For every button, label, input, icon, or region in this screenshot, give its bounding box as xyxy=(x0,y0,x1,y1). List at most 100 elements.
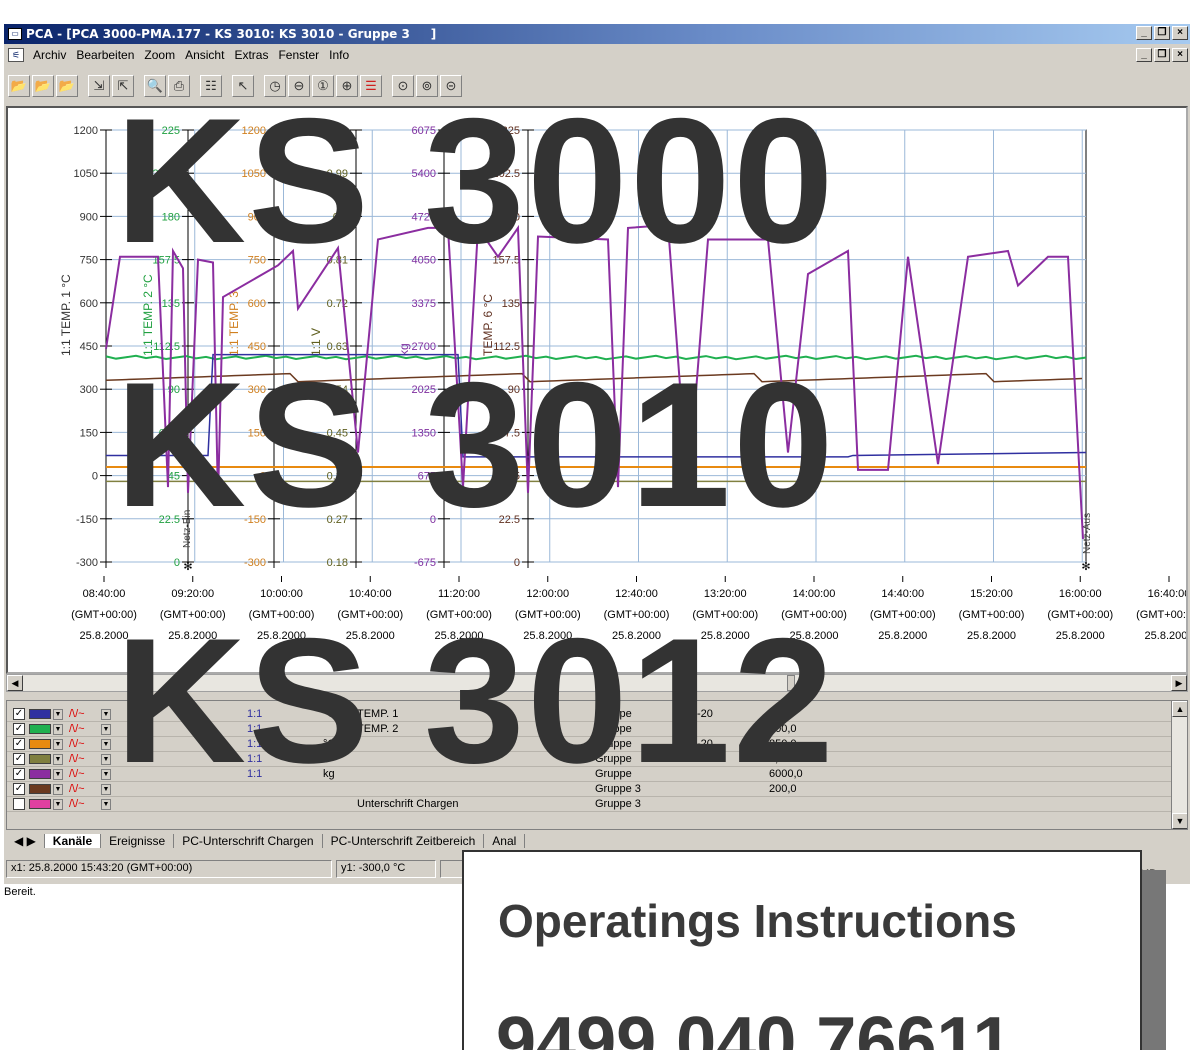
x-tick-label: 11:20:00 xyxy=(438,588,480,600)
mdi-close-button[interactable]: × xyxy=(1172,48,1188,62)
chevron-down-icon[interactable]: ▼ xyxy=(53,708,63,720)
box-shadow xyxy=(1140,870,1166,1050)
channel-checkbox[interactable]: ✓ xyxy=(13,783,25,795)
line-style-icon[interactable]: /\/~ xyxy=(69,753,95,765)
menu-info[interactable]: Info xyxy=(324,48,354,62)
open-icon[interactable]: 📂 xyxy=(8,75,30,97)
tick-label: 0 xyxy=(92,471,98,483)
window-title: PCA - [PCA 3000-PMA.177 - KS 3010: KS 30… xyxy=(26,27,437,41)
tab-kanaele[interactable]: Kanäle xyxy=(44,834,102,848)
x-tick-label: 14:40:00 xyxy=(881,588,924,600)
chevron-down-icon[interactable]: ▼ xyxy=(53,753,63,765)
tick-label: 300 xyxy=(80,384,98,396)
color-swatch[interactable] xyxy=(29,769,51,779)
tab-bar: ◀ ▶ Kanäle Ereignisse PC-Unterschrift Ch… xyxy=(6,832,1188,850)
mdi-restore-button[interactable]: ❐ xyxy=(1154,48,1170,62)
open-copy-icon[interactable]: 📂 xyxy=(32,75,54,97)
channel-checkbox[interactable]: ✓ xyxy=(13,723,25,735)
color-swatch[interactable] xyxy=(29,799,51,809)
color-swatch[interactable] xyxy=(29,739,51,749)
tick-label: -300 xyxy=(244,557,266,569)
x-date-label: 25.8.2000 xyxy=(967,630,1016,642)
tick-label: -675 xyxy=(414,557,436,569)
chevron-down-icon[interactable]: ▼ xyxy=(101,738,111,750)
scroll-right-button[interactable]: ▶ xyxy=(1171,675,1187,691)
status-x1: x1: 25.8.2000 15:43:20 (GMT+00:00) xyxy=(6,860,332,878)
line-style-icon[interactable]: /\/~ xyxy=(69,738,95,750)
chevron-down-icon[interactable]: ▼ xyxy=(101,768,111,780)
status-y1: y1: -300,0 °C xyxy=(336,860,436,878)
color-swatch[interactable] xyxy=(29,709,51,719)
channel-checkbox[interactable] xyxy=(13,798,25,810)
document-icon[interactable]: ⚟ xyxy=(8,48,24,62)
line-style-icon[interactable]: /\/~ xyxy=(69,783,95,795)
chevron-down-icon[interactable]: ▼ xyxy=(53,783,63,795)
color-swatch[interactable] xyxy=(29,724,51,734)
import-icon[interactable]: ⇲ xyxy=(88,75,110,97)
x-tick-label: 12:00:00 xyxy=(526,588,569,600)
tick-label: -300 xyxy=(76,557,98,569)
vertical-scrollbar[interactable]: ▲ ▼ xyxy=(1171,701,1187,829)
restore-button[interactable]: ❐ xyxy=(1154,26,1170,40)
tick-label: 135 xyxy=(502,298,520,310)
x-tz-label: (GMT+00:00) xyxy=(959,609,1025,621)
x-tick-label: 12:40:00 xyxy=(615,588,658,600)
channel-checkbox[interactable]: ✓ xyxy=(13,753,25,765)
chevron-down-icon[interactable]: ▼ xyxy=(53,768,63,780)
menu-bar: ⚟ Archiv Bearbeiten Zoom Ansicht Extras … xyxy=(4,45,1190,65)
axis-title: 1:1 TEMP. 2 °C xyxy=(141,274,155,356)
x-tz-label: (GMT+00:00) xyxy=(870,609,936,621)
top-margin xyxy=(0,0,1190,24)
axis-title: 1:1 TEMP. 1 °C xyxy=(59,274,73,356)
tick-label: 600 xyxy=(248,298,266,310)
menu-archiv[interactable]: Archiv xyxy=(28,48,71,62)
menu-fenster[interactable]: Fenster xyxy=(273,48,324,62)
chevron-down-icon[interactable]: ▼ xyxy=(101,708,111,720)
scroll-down-button[interactable]: ▼ xyxy=(1172,813,1187,829)
x-tick-label: 14:00:00 xyxy=(793,588,836,600)
line-style-icon[interactable]: /\/~ xyxy=(69,708,95,720)
menu-zoom[interactable]: Zoom xyxy=(139,48,180,62)
x-tick-label: 16:00:00 xyxy=(1059,588,1102,600)
tab-ereignisse[interactable]: Ereignisse xyxy=(101,834,175,848)
tab-nav-icon[interactable]: ◀ ▶ xyxy=(6,834,45,848)
chevron-down-icon[interactable]: ▼ xyxy=(53,798,63,810)
x-date-label: 25.8.2000 xyxy=(878,630,927,642)
tab-pc-unterschrift-zeitbereich[interactable]: PC-Unterschrift Zeitbereich xyxy=(323,834,485,848)
menu-extras[interactable]: Extras xyxy=(229,48,273,62)
x-tick-label: 16:40:00 xyxy=(1148,588,1186,600)
tick-label: 150 xyxy=(80,427,98,439)
chevron-down-icon[interactable]: ▼ xyxy=(101,723,111,735)
open-all-icon[interactable]: 📂 xyxy=(56,75,78,97)
menu-ansicht[interactable]: Ansicht xyxy=(180,48,229,62)
chevron-down-icon[interactable]: ▼ xyxy=(53,738,63,750)
tab-pc-unterschrift-chargen[interactable]: PC-Unterschrift Chargen xyxy=(174,834,323,848)
tick-label: 3375 xyxy=(412,298,436,310)
channel-checkbox[interactable]: ✓ xyxy=(13,768,25,780)
close-button[interactable]: × xyxy=(1172,26,1188,40)
line-style-icon[interactable]: /\/~ xyxy=(69,798,95,810)
color-swatch[interactable] xyxy=(29,754,51,764)
tab-anal[interactable]: Anal xyxy=(484,834,526,848)
tick-label: 1050 xyxy=(74,168,98,180)
x-tz-label: (GMT+00:00) xyxy=(1136,609,1186,621)
tick-label: 0 xyxy=(514,557,520,569)
chevron-down-icon[interactable]: ▼ xyxy=(101,753,111,765)
chevron-down-icon[interactable]: ▼ xyxy=(101,783,111,795)
x-tick-label: 10:00:00 xyxy=(260,588,303,600)
scroll-up-button[interactable]: ▲ xyxy=(1172,701,1187,717)
marker-icon: ✻ xyxy=(183,561,192,573)
chevron-down-icon[interactable]: ▼ xyxy=(101,798,111,810)
channel-checkbox[interactable]: ✓ xyxy=(13,708,25,720)
minimize-button[interactable]: _ xyxy=(1136,26,1152,40)
color-swatch[interactable] xyxy=(29,784,51,794)
line-style-icon[interactable]: /\/~ xyxy=(69,723,95,735)
scroll-left-button[interactable]: ◀ xyxy=(7,675,23,691)
mdi-minimize-button[interactable]: _ xyxy=(1136,48,1152,62)
line-style-icon[interactable]: /\/~ xyxy=(69,768,95,780)
x-tz-label: (GMT+00:00) xyxy=(1047,609,1113,621)
channel-checkbox[interactable]: ✓ xyxy=(13,738,25,750)
menu-bearbeiten[interactable]: Bearbeiten xyxy=(71,48,139,62)
order-number: 9499 040 76611 xyxy=(496,1003,1013,1050)
chevron-down-icon[interactable]: ▼ xyxy=(53,723,63,735)
